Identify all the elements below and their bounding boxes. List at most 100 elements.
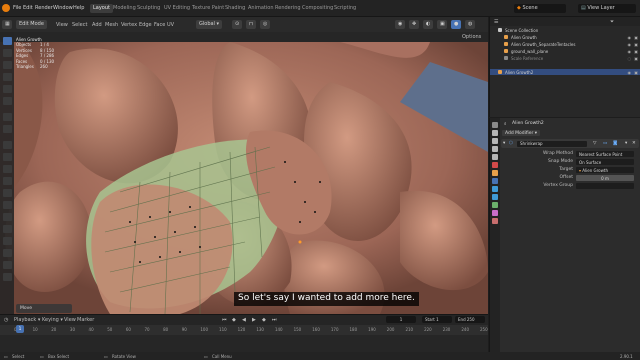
- menu-add[interactable]: Add: [92, 22, 102, 28]
- rip-region-tool-icon[interactable]: [3, 273, 12, 281]
- snap-mode-dropdown[interactable]: On Surface: [576, 159, 634, 165]
- camera-icon[interactable]: ▣: [634, 70, 638, 75]
- camera-icon[interactable]: ▣: [634, 49, 638, 54]
- modifier-name-field[interactable]: Shrinkwrap: [517, 140, 587, 147]
- play-reverse-icon[interactable]: ◀: [242, 317, 246, 323]
- solid-shading-icon[interactable]: ●: [451, 20, 461, 29]
- menu-render[interactable]: Render: [35, 5, 53, 11]
- smooth-tool-icon[interactable]: [3, 225, 12, 233]
- last-operator-panel[interactable]: Move: [16, 304, 72, 313]
- edit-mode-toggle-icon[interactable]: ▽: [593, 141, 596, 146]
- tool-tab-icon[interactable]: [492, 122, 498, 128]
- loop-cut-tool-icon[interactable]: [3, 177, 12, 185]
- scale-tool-icon[interactable]: [3, 85, 12, 93]
- end-frame-field[interactable]: End 250: [455, 316, 485, 323]
- view-layer-tab-icon[interactable]: [492, 146, 498, 152]
- poly-build-tool-icon[interactable]: [3, 201, 12, 209]
- modifier-header[interactable]: ▾ ⬡ Shrinkwrap ▽ ▭ ◙ ▾ ✕: [501, 139, 639, 148]
- menu-face[interactable]: Face: [154, 22, 165, 28]
- next-key-icon[interactable]: ◆: [262, 317, 266, 323]
- visibility-icon[interactable]: ◉: [395, 20, 405, 29]
- target-object-field[interactable]: ▾ Alien Growth: [576, 167, 634, 173]
- select-box-tool-icon[interactable]: [3, 37, 12, 45]
- material-tab-icon[interactable]: [492, 218, 498, 224]
- render-tab-icon[interactable]: [492, 130, 498, 136]
- prev-key-icon[interactable]: ◆: [232, 317, 236, 323]
- timeline-editor-icon[interactable]: ◷: [4, 317, 8, 323]
- collapse-chevron-icon[interactable]: ▾: [503, 141, 505, 146]
- eye-icon[interactable]: ◉: [628, 35, 632, 40]
- physics-tab-icon[interactable]: [492, 194, 498, 200]
- jump-start-icon[interactable]: ⏮: [222, 317, 227, 323]
- render-toggle-icon[interactable]: ◙: [613, 141, 617, 146]
- eye-icon[interactable]: ◉: [628, 49, 632, 54]
- eye-closed-icon[interactable]: ◌: [628, 56, 632, 61]
- modifier-tab-icon[interactable]: [492, 178, 498, 184]
- orientation-selector[interactable]: Global ▾: [196, 20, 223, 29]
- outliner-row-selected[interactable]: Alien Growth2 ◉ ▣: [490, 69, 640, 75]
- tab-scripting[interactable]: Scripting: [331, 4, 359, 13]
- filter-icon[interactable]: ⏷: [610, 19, 614, 25]
- edge-slide-tool-icon[interactable]: [3, 237, 12, 245]
- play-icon[interactable]: ▶: [252, 317, 256, 323]
- modifier-menu-icon[interactable]: ▾: [625, 141, 627, 146]
- close-icon[interactable]: ✕: [632, 141, 636, 146]
- measure-tool-icon[interactable]: [3, 125, 12, 133]
- object-tab-icon[interactable]: [492, 170, 498, 176]
- inset-tool-icon[interactable]: [3, 153, 12, 161]
- spin-tool-icon[interactable]: [3, 213, 12, 221]
- outliner-row[interactable]: ground_wall_plane ◉ ▣: [490, 48, 640, 54]
- properties-search-icon[interactable]: ⌕: [504, 121, 507, 127]
- menu-uv[interactable]: UV: [167, 22, 174, 28]
- eye-icon[interactable]: ◉: [628, 42, 632, 47]
- menu-edit[interactable]: Edit: [23, 5, 33, 11]
- blender-logo-icon[interactable]: [2, 4, 10, 12]
- viewport-toggle-icon[interactable]: ▭: [603, 141, 607, 146]
- scene-tab-icon[interactable]: [492, 154, 498, 160]
- pivot-icon[interactable]: ⊙: [232, 20, 242, 29]
- menu-vertex[interactable]: Vertex: [121, 22, 137, 28]
- scene-selector[interactable]: ◆ Scene: [514, 4, 566, 13]
- xray-icon[interactable]: ▣: [437, 20, 447, 29]
- offset-number-field[interactable]: 0 m: [576, 175, 634, 181]
- extrude-tool-icon[interactable]: [3, 141, 12, 149]
- output-tab-icon[interactable]: [492, 138, 498, 144]
- view-layer-selector[interactable]: ▤ View Layer: [578, 4, 636, 13]
- transform-tool-icon[interactable]: [3, 97, 12, 105]
- menu-keying[interactable]: Keying ▾: [42, 317, 63, 323]
- editor-type-icon[interactable]: ▦: [2, 20, 12, 29]
- menu-file[interactable]: File: [13, 5, 21, 11]
- wrap-method-dropdown[interactable]: Nearest Surface Point: [576, 151, 634, 157]
- options-menu[interactable]: Options: [462, 34, 481, 40]
- overlay-icon[interactable]: ◐: [423, 20, 433, 29]
- menu-view[interactable]: View: [56, 22, 68, 28]
- 3d-viewport[interactable]: [0, 42, 488, 314]
- bevel-tool-icon[interactable]: [3, 165, 12, 173]
- mode-selector[interactable]: Edit Mode: [16, 20, 47, 29]
- outliner-row[interactable]: Alien Growth_SeparateTentacles ◉ ▣: [490, 41, 640, 47]
- menu-view[interactable]: View: [64, 317, 76, 323]
- outliner-editor-icon[interactable]: ☰: [494, 19, 498, 25]
- menu-help[interactable]: Help: [73, 5, 84, 11]
- menu-mesh[interactable]: Mesh: [105, 22, 118, 28]
- timeline-keyframe-area[interactable]: [0, 335, 488, 353]
- menu-marker[interactable]: Marker: [77, 317, 94, 323]
- menu-select[interactable]: Select: [72, 22, 87, 28]
- outliner-row[interactable]: Scene Collection: [490, 27, 640, 33]
- start-frame-field[interactable]: Start 1: [422, 316, 452, 323]
- world-tab-icon[interactable]: [492, 162, 498, 168]
- camera-icon[interactable]: ▣: [634, 56, 638, 61]
- camera-icon[interactable]: ▣: [634, 42, 638, 47]
- particles-tab-icon[interactable]: [492, 186, 498, 192]
- cursor-tool-icon[interactable]: [3, 49, 12, 57]
- playhead[interactable]: 1: [16, 325, 24, 333]
- data-tab-icon[interactable]: [492, 210, 498, 216]
- shrink-fatten-tool-icon[interactable]: [3, 249, 12, 257]
- outliner-row[interactable]: Alien Growth ◉ ▣: [490, 34, 640, 40]
- rotate-tool-icon[interactable]: [3, 73, 12, 81]
- timeline-ruler[interactable]: 0102030405060708090100110120130140150160…: [0, 325, 488, 335]
- vertex-group-field[interactable]: [576, 183, 634, 189]
- proportional-edit-icon[interactable]: ◎: [260, 20, 270, 29]
- constraints-tab-icon[interactable]: [492, 202, 498, 208]
- camera-icon[interactable]: ▣: [634, 35, 638, 40]
